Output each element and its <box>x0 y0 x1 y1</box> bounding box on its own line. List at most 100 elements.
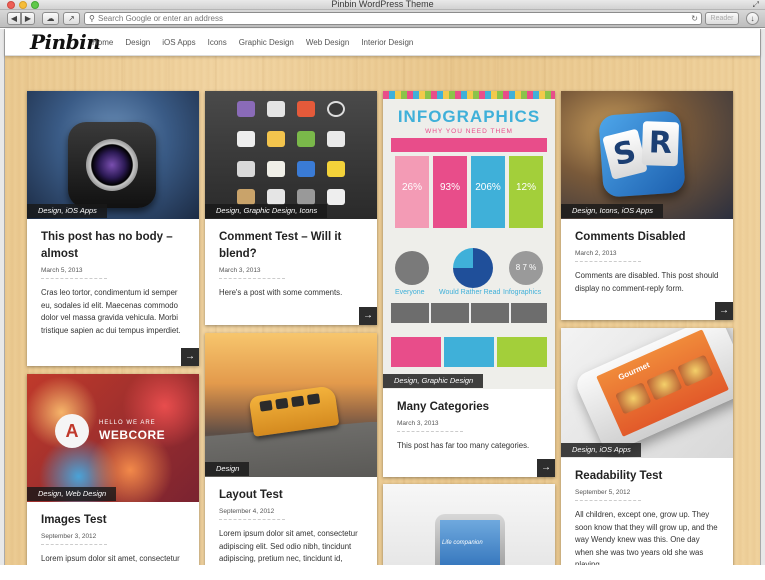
post-thumbnail[interactable]: Gourmet Design, iOS Apps <box>561 328 733 458</box>
post-excerpt: Lorem ipsum dolor sit amet, consectetur … <box>219 529 358 563</box>
post-date: March 3, 2013 <box>397 420 439 427</box>
forward-button[interactable]: ▶ <box>21 12 35 25</box>
post-categories[interactable]: Design, iOS Apps <box>561 443 641 457</box>
reload-icon[interactable]: ↻ <box>691 13 698 25</box>
post-excerpt: Comments are disabled. This post should … <box>575 271 719 293</box>
mail-icon <box>267 101 285 117</box>
post-thumbnail[interactable]: S R Design, Icons, iOS Apps <box>561 91 733 219</box>
main-nav: Home Design iOS Apps Icons Graphic Desig… <box>92 38 425 47</box>
divider <box>575 261 641 262</box>
nav-home[interactable]: Home <box>92 38 113 47</box>
infographic-block <box>391 337 441 367</box>
divider <box>41 278 107 279</box>
read-more-button[interactable]: → <box>537 459 555 477</box>
folder-icon <box>237 189 255 205</box>
post-categories[interactable]: Design, Web Design <box>27 487 117 501</box>
icloud-tabs-button[interactable]: ☁ <box>42 12 59 25</box>
webcore-name: WEBCORE <box>99 428 166 442</box>
post-title[interactable]: Comment Test – Will it blend? <box>219 229 363 263</box>
calendar-25-icon <box>237 131 255 147</box>
site-logo[interactable]: Pinbin <box>30 30 101 54</box>
camera-lens-icon <box>86 139 138 191</box>
font-icon <box>297 161 315 177</box>
notes-icon <box>267 131 285 147</box>
clock-icon <box>327 101 345 117</box>
post-card[interactable]: Design, iOS Apps This post has no body –… <box>27 91 199 366</box>
post-title[interactable]: Comments Disabled <box>575 229 719 246</box>
infographic-title: INFOGRAPHICS <box>397 107 541 126</box>
address-input[interactable] <box>98 13 688 24</box>
phone-graphic: Life companion <box>435 514 505 565</box>
divider <box>575 500 641 501</box>
divider <box>219 278 285 279</box>
post-title[interactable]: This post has no body – almost <box>41 229 185 263</box>
back-arrow-icon: ◀ <box>10 14 18 23</box>
book-icon <box>237 161 255 177</box>
image-icon <box>267 189 285 205</box>
read-more-button[interactable]: → <box>181 348 199 366</box>
back-button[interactable]: ◀ <box>7 12 21 25</box>
post-categories[interactable]: Design <box>205 462 250 476</box>
post-categories[interactable]: Design, Icons, iOS Apps <box>561 204 664 218</box>
divider <box>397 431 463 432</box>
chat-icon <box>297 101 315 117</box>
reader-button[interactable]: Reader <box>705 12 739 25</box>
nav-design[interactable]: Design <box>125 38 150 47</box>
infographic-col: 93% <box>433 156 467 228</box>
pie-graphic <box>453 248 493 288</box>
nav-icons[interactable]: Icons <box>208 38 227 47</box>
infographic-block <box>444 337 494 367</box>
infographic-banner <box>391 138 547 152</box>
calendar-icon <box>237 101 255 117</box>
post-excerpt: Cras leo tortor, condimentum id semper e… <box>41 288 181 335</box>
post-categories[interactable]: Design, Graphic Design, Icons <box>205 204 328 218</box>
post-title[interactable]: Readability Test <box>575 468 719 485</box>
post-thumbnail[interactable]: Life companion <box>383 484 555 565</box>
post-card[interactable]: Life companion <box>383 484 555 565</box>
post-categories[interactable]: Design, iOS Apps <box>27 204 107 218</box>
nav-ios-apps[interactable]: iOS Apps <box>162 38 195 47</box>
post-title[interactable]: Many Categories <box>397 399 541 416</box>
infographic-col: 26% <box>395 156 429 228</box>
post-thumbnail[interactable]: Design, iOS Apps <box>27 91 199 219</box>
address-bar[interactable]: ⚲ ↻ <box>84 12 702 25</box>
read-more-button[interactable]: → <box>359 307 377 325</box>
post-title[interactable]: Images Test <box>41 512 185 529</box>
wood-background: Design, iOS Apps This post has no body –… <box>5 56 760 565</box>
divider <box>41 544 107 545</box>
site-header: Pinbin Home Design iOS Apps Icons Graphi… <box>5 29 760 56</box>
fullscreen-icon[interactable]: ⤢ <box>753 0 759 10</box>
post-card[interactable]: Gourmet Design, iOS Apps Readability Tes… <box>561 328 733 565</box>
post-date: September 4, 2012 <box>219 508 275 515</box>
calendar-16-icon <box>327 189 345 205</box>
post-card[interactable]: INFOGRAPHICS WHY YOU NEED THEM 26% 93% 2… <box>383 91 555 477</box>
post-thumbnail[interactable]: Design <box>205 333 377 477</box>
infographic-word: Everyone <box>395 289 425 296</box>
post-title[interactable]: Layout Test <box>219 487 363 504</box>
target-icon <box>327 131 345 147</box>
post-card[interactable]: Design, Graphic Design, Icons Comment Te… <box>205 91 377 325</box>
share-button[interactable]: ↗ <box>63 12 80 25</box>
infographic-band <box>391 303 547 323</box>
phone-screen-text: Life companion <box>442 540 483 546</box>
nav-graphic-design[interactable]: Graphic Design <box>239 38 294 47</box>
people-icon <box>395 251 429 285</box>
downloads-button[interactable]: ↓ <box>746 12 759 25</box>
post-thumbnail[interactable]: Design, Graphic Design, Icons <box>205 91 377 219</box>
nav-web-design[interactable]: Web Design <box>306 38 349 47</box>
read-more-button[interactable]: → <box>715 302 733 320</box>
infographic-word: Infographics <box>503 289 542 296</box>
post-thumbnail[interactable]: A HELLO WE ARE WEBCORE Design, Web Desig… <box>27 374 199 502</box>
browser-toolbar: ◀ ▶ ☁ ↗ ⚲ ↻ Reader ↓ <box>0 10 765 28</box>
webcore-tagline: HELLO WE ARE <box>99 420 156 426</box>
post-card[interactable]: Design Layout Test September 4, 2012 Lor… <box>205 333 377 565</box>
post-card[interactable]: S R Design, Icons, iOS Apps Comments Dis… <box>561 91 733 320</box>
post-thumbnail[interactable]: INFOGRAPHICS WHY YOU NEED THEM 26% 93% 2… <box>383 91 555 389</box>
post-card[interactable]: A HELLO WE ARE WEBCORE Design, Web Desig… <box>27 374 199 565</box>
tag-icon <box>297 131 315 147</box>
nav-interior-design[interactable]: Interior Design <box>361 38 413 47</box>
infographic-stripe <box>383 91 555 99</box>
download-icon: ↓ <box>750 14 755 23</box>
post-date: September 5, 2012 <box>575 489 631 496</box>
post-categories[interactable]: Design, Graphic Design <box>383 374 484 388</box>
